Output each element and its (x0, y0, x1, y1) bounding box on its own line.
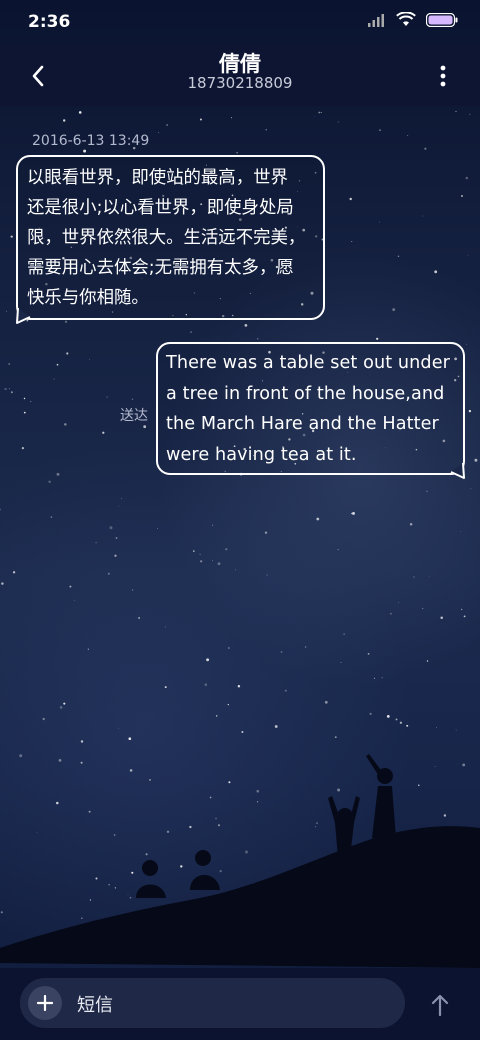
wifi-icon (396, 11, 416, 31)
message-input-placeholder: 短信 (77, 995, 113, 1016)
message-timestamp: 2016-6-13 13:49 (32, 133, 150, 149)
contact-phone-number: 18730218809 (187, 74, 293, 92)
status-bar: 2:36 (0, 0, 480, 46)
send-button[interactable] (422, 987, 458, 1023)
silhouette-background (0, 754, 480, 968)
delivery-status: 送达 (120, 408, 148, 424)
status-time: 2:36 (28, 12, 71, 32)
plus-icon (37, 995, 53, 1011)
received-bubble-tail (16, 307, 31, 324)
message-input[interactable]: 短信 (20, 978, 405, 1028)
signal-icon (368, 12, 386, 31)
more-vertical-icon (440, 65, 446, 87)
battery-icon (425, 12, 458, 31)
received-message-bubble[interactable]: 以眼看世界，即使站的最高，世界 还是很小;以心看世界，即使身处局 限，世界依然很… (16, 155, 325, 320)
sent-message-bubble[interactable]: There was a table set out under a tree i… (156, 342, 465, 475)
message-composer: 短信 (0, 968, 480, 1040)
conversation-header: 倩倩 18730218809 (0, 46, 480, 106)
add-attachment-button[interactable] (28, 986, 62, 1020)
more-options-button[interactable] (428, 58, 458, 94)
sent-bubble-tail (450, 462, 465, 479)
arrow-up-icon (431, 994, 449, 1016)
